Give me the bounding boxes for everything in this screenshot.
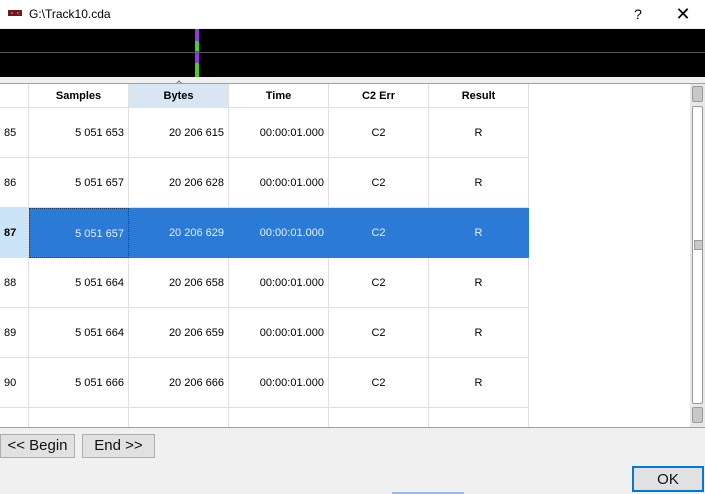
row-number[interactable]: 90	[0, 358, 29, 408]
cell-time[interactable]: 00:00:01.000	[229, 308, 329, 358]
cell-result[interactable]	[429, 408, 529, 427]
close-button[interactable]: ✕	[670, 3, 696, 25]
cell-samples[interactable]: 5 051 657	[29, 158, 129, 208]
table-row[interactable]: 88 5 051 664 20 206 658 00:00:01.000 C2 …	[0, 258, 529, 308]
cell-result[interactable]: R	[429, 158, 529, 208]
scroll-thumb[interactable]	[694, 240, 703, 250]
cell-bytes[interactable]: 20 206 666	[129, 358, 229, 408]
cell-samples[interactable]: 5 051 664	[29, 258, 129, 308]
cell-result[interactable]: R	[429, 108, 529, 158]
cell-result[interactable]: R	[429, 358, 529, 408]
cell-bytes[interactable]: 20 206 629	[129, 208, 229, 258]
cassette-tape-icon	[8, 10, 22, 16]
scroll-up-button[interactable]	[692, 86, 703, 102]
row-number[interactable]: 87	[0, 208, 29, 258]
cell-bytes[interactable]: 20 206 658	[129, 258, 229, 308]
cell-c2-err[interactable]: C2	[329, 108, 429, 158]
column-header-bytes[interactable]: Bytes	[129, 84, 229, 108]
ok-button[interactable]: OK	[632, 466, 704, 492]
cell-time[interactable]: 00:00:01.000	[229, 208, 329, 258]
row-header-corner	[0, 84, 29, 108]
row-number[interactable]: 85	[0, 108, 29, 158]
scroll-down-button[interactable]	[692, 407, 703, 423]
vertical-scrollbar[interactable]	[690, 84, 705, 427]
column-header-samples[interactable]: Samples	[29, 84, 129, 108]
cell-bytes[interactable]: 20 206 615	[129, 108, 229, 158]
begin-button[interactable]: << Begin	[0, 434, 75, 458]
cell-c2-err[interactable]: C2	[329, 258, 429, 308]
table-row[interactable]: 86 5 051 657 20 206 628 00:00:01.000 C2 …	[0, 158, 529, 208]
row-number[interactable]: 89	[0, 308, 29, 358]
error-grid[interactable]: Samples Bytes Time C2 Err Result 85 5 05…	[0, 83, 705, 428]
row-number[interactable]	[0, 408, 29, 427]
position-marker[interactable]	[195, 29, 199, 77]
table-row[interactable]: 90 5 051 666 20 206 666 00:00:01.000 C2 …	[0, 358, 529, 408]
cell-c2-err[interactable]: C2	[329, 308, 429, 358]
column-header-c2-err[interactable]: C2 Err	[329, 84, 429, 108]
window-title: G:\Track10.cda	[29, 7, 111, 21]
table-row-selected[interactable]: 87 5 051 657 20 206 629 00:00:01.000 C2 …	[0, 208, 529, 258]
cell-bytes[interactable]: 20 206 628	[129, 158, 229, 208]
waveform-view[interactable]	[0, 29, 705, 77]
cell-time[interactable]: 00:00:01.000	[229, 158, 329, 208]
cell-c2-err[interactable]: C2	[329, 358, 429, 408]
waveform-baseline	[0, 52, 705, 53]
table-row-partial[interactable]	[0, 408, 529, 427]
cell-c2-err[interactable]: C2	[329, 208, 429, 258]
row-number[interactable]: 88	[0, 258, 29, 308]
cell-result[interactable]: R	[429, 308, 529, 358]
cell-time[interactable]: 00:00:01.000	[229, 358, 329, 408]
table-row[interactable]: 85 5 051 653 20 206 615 00:00:01.000 C2 …	[0, 108, 529, 158]
cell-time[interactable]: 00:00:01.000	[229, 258, 329, 308]
cell-samples[interactable]	[29, 408, 129, 427]
cell-c2-err[interactable]	[329, 408, 429, 427]
cell-samples[interactable]: 5 051 653	[29, 108, 129, 158]
cell-time[interactable]: 00:00:01.000	[229, 108, 329, 158]
cell-samples[interactable]: 5 051 657	[29, 208, 129, 258]
table-row[interactable]: 89 5 051 664 20 206 659 00:00:01.000 C2 …	[0, 308, 529, 358]
grid-header: Samples Bytes Time C2 Err Result	[0, 84, 529, 108]
cell-bytes[interactable]: 20 206 659	[129, 308, 229, 358]
end-button[interactable]: End >>	[82, 434, 155, 458]
column-header-result[interactable]: Result	[429, 84, 529, 108]
column-header-time[interactable]: Time	[229, 84, 329, 108]
cell-result[interactable]: R	[429, 258, 529, 308]
cell-time[interactable]	[229, 408, 329, 427]
help-button[interactable]: ?	[628, 3, 648, 25]
cell-samples[interactable]: 5 051 666	[29, 358, 129, 408]
title-bar: G:\Track10.cda ? ✕	[0, 0, 705, 28]
cell-c2-err[interactable]: C2	[329, 158, 429, 208]
cell-result[interactable]: R	[429, 208, 529, 258]
cell-bytes[interactable]	[129, 408, 229, 427]
row-number[interactable]: 86	[0, 158, 29, 208]
scroll-track[interactable]	[692, 106, 703, 404]
cell-samples[interactable]: 5 051 664	[29, 308, 129, 358]
